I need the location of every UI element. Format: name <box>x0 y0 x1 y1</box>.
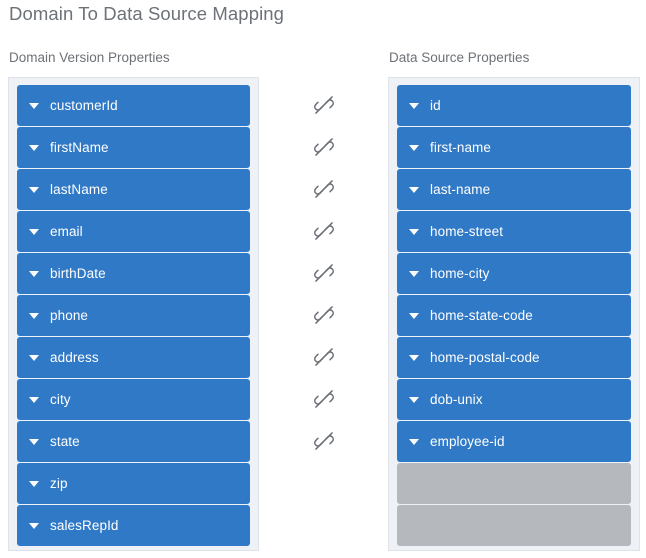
unlink-icon <box>313 264 334 282</box>
left-property-row[interactable]: address <box>17 337 250 378</box>
left-property-label: address <box>50 350 99 365</box>
left-property-label: city <box>50 392 71 407</box>
caret-down-icon <box>29 438 39 445</box>
right-property-row[interactable]: id <box>397 85 631 126</box>
caret-down-icon <box>29 102 39 109</box>
right-column-header: Data Source Properties <box>389 50 530 65</box>
right-property-row[interactable]: first-name <box>397 127 631 168</box>
right-property-row[interactable]: home-city <box>397 253 631 294</box>
left-property-label: zip <box>50 476 68 491</box>
left-property-row[interactable]: birthDate <box>17 253 250 294</box>
left-property-row[interactable]: salesRepId <box>17 505 250 546</box>
unlink-icon <box>313 180 334 198</box>
right-property-label: employee-id <box>430 434 505 449</box>
caret-down-icon <box>29 480 39 487</box>
caret-down-icon <box>409 438 419 445</box>
left-property-row[interactable]: zip <box>17 463 250 504</box>
left-property-label: lastName <box>50 182 108 197</box>
left-property-row[interactable]: city <box>17 379 250 420</box>
unlink-icon <box>313 306 334 324</box>
left-property-label: phone <box>50 308 89 323</box>
caret-down-icon <box>409 144 419 151</box>
caret-down-icon <box>409 186 419 193</box>
right-property-placeholder-row[interactable] <box>397 463 631 504</box>
unlink-button[interactable] <box>259 420 388 462</box>
right-property-row[interactable]: home-street <box>397 211 631 252</box>
caret-down-icon <box>29 228 39 235</box>
right-property-label: id <box>430 98 441 113</box>
caret-down-icon <box>29 354 39 361</box>
right-property-label: last-name <box>430 182 491 197</box>
caret-down-icon <box>29 396 39 403</box>
caret-down-icon <box>29 522 39 529</box>
right-property-label: first-name <box>430 140 492 155</box>
caret-down-icon <box>29 144 39 151</box>
data-source-properties-panel: id first-name last-name home-street home-cit… <box>388 77 640 551</box>
left-property-label: state <box>50 434 80 449</box>
caret-down-icon <box>29 186 39 193</box>
unlink-button[interactable] <box>259 210 388 252</box>
left-property-label: birthDate <box>50 266 106 281</box>
unlink-button[interactable] <box>259 126 388 168</box>
caret-down-icon <box>409 228 419 235</box>
left-property-row[interactable]: email <box>17 211 250 252</box>
unlink-icon <box>313 348 334 366</box>
left-property-row[interactable]: state <box>17 421 250 462</box>
caret-down-icon <box>409 270 419 277</box>
unlink-button[interactable] <box>259 168 388 210</box>
right-property-label: home-postal-code <box>430 350 540 365</box>
left-property-label: email <box>50 224 83 239</box>
unlink-button[interactable] <box>259 84 388 126</box>
right-property-row[interactable]: dob-unix <box>397 379 631 420</box>
left-column-header: Domain Version Properties <box>9 50 170 65</box>
unlink-icon <box>313 96 334 114</box>
domain-version-properties-panel: customerId firstName lastName email birthDat… <box>8 77 259 551</box>
caret-down-icon <box>409 312 419 319</box>
right-property-label: home-street <box>430 224 504 239</box>
right-property-row[interactable]: last-name <box>397 169 631 210</box>
caret-down-icon <box>409 354 419 361</box>
left-property-row[interactable]: lastName <box>17 169 250 210</box>
left-property-row[interactable]: customerId <box>17 85 250 126</box>
right-property-label: dob-unix <box>430 392 483 407</box>
unlink-button[interactable] <box>259 336 388 378</box>
caret-down-icon <box>409 396 419 403</box>
mapping-link-gutter <box>259 77 388 551</box>
left-property-label: salesRepId <box>50 518 119 533</box>
right-property-row[interactable]: employee-id <box>397 421 631 462</box>
caret-down-icon <box>409 102 419 109</box>
right-property-placeholder-row[interactable] <box>397 505 631 546</box>
unlink-icon <box>313 138 334 156</box>
right-property-row[interactable]: home-postal-code <box>397 337 631 378</box>
right-property-row[interactable]: home-state-code <box>397 295 631 336</box>
caret-down-icon <box>29 312 39 319</box>
left-property-label: firstName <box>50 140 109 155</box>
unlink-icon <box>313 222 334 240</box>
left-property-row[interactable]: phone <box>17 295 250 336</box>
unlink-icon <box>313 390 334 408</box>
right-property-label: home-state-code <box>430 308 533 323</box>
left-property-label: customerId <box>50 98 118 113</box>
unlink-button[interactable] <box>259 294 388 336</box>
left-property-row[interactable]: firstName <box>17 127 250 168</box>
caret-down-icon <box>29 270 39 277</box>
page-title: Domain To Data Source Mapping <box>9 3 285 24</box>
unlink-button[interactable] <box>259 252 388 294</box>
unlink-icon <box>313 432 334 450</box>
right-property-label: home-city <box>430 266 490 281</box>
unlink-button[interactable] <box>259 378 388 420</box>
